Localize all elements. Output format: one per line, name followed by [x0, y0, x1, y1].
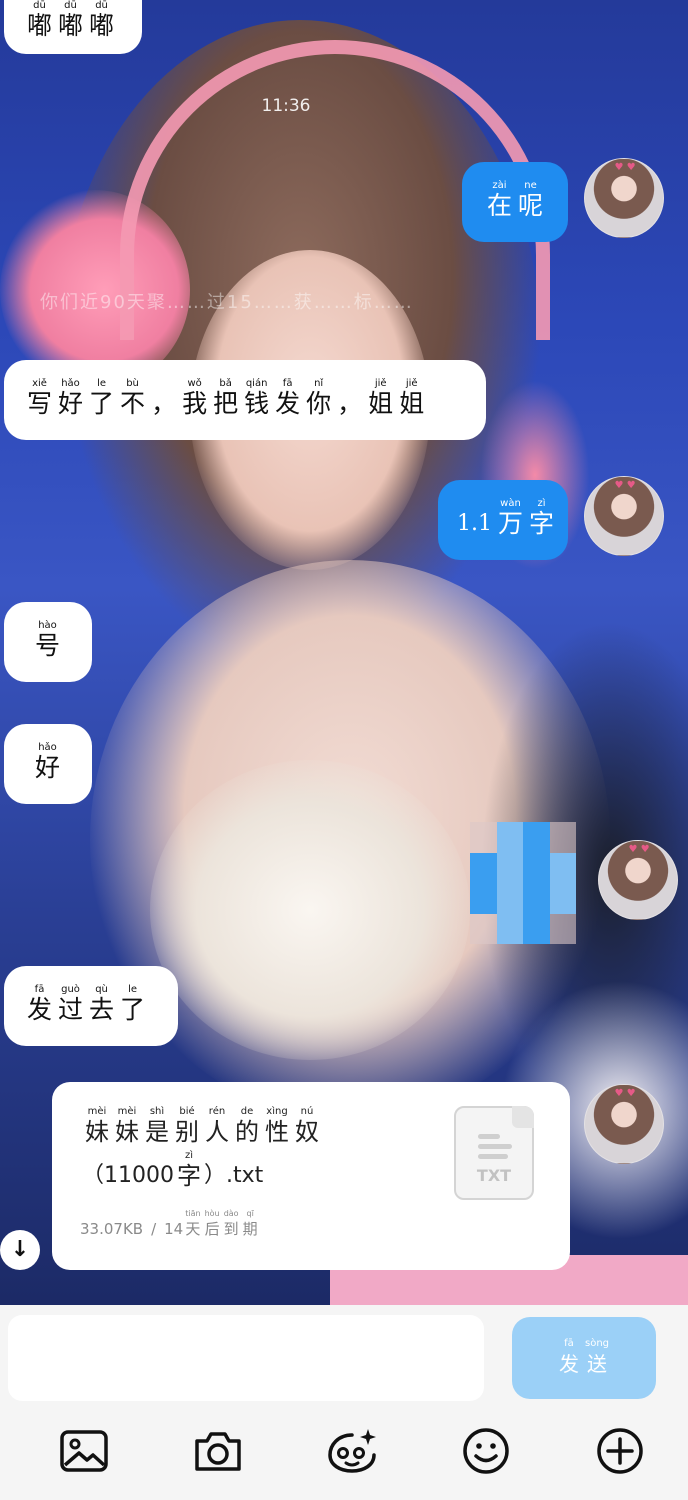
file-name-suffix: ）.txt	[204, 1163, 264, 1188]
char-with-pinyin: jiě 姐	[368, 378, 394, 418]
char-with-pinyin: sòng 送	[584, 1338, 609, 1376]
message-text: hào 号	[32, 620, 92, 660]
send-button[interactable]: fā 发 sòng 送	[512, 1317, 656, 1399]
meta-separator: /	[151, 1220, 157, 1238]
plus-icon[interactable]	[592, 1423, 648, 1479]
message-text: dū 嘟 dū 嘟 dū 嘟	[24, 0, 142, 40]
message-bubble-incoming[interactable]: xiě 写 hǎo 好 le 了 bù 不， wǒ 我 bǎ 把 qián 钱 fā 发 nǐ 你， jiě 姐 jiě…	[4, 360, 486, 440]
sticker-icon[interactable]	[324, 1423, 380, 1479]
system-notice: 你们近90天聚……过15……获……标……	[40, 292, 414, 313]
char-with-pinyin: wàn 万	[498, 498, 524, 538]
file-name-prefix: （11000	[82, 1163, 174, 1188]
file-meta: 33.07KB / 14 tiān 天 hòu 后 dào 到 qī 期	[80, 1208, 260, 1238]
message-text: xiě 写 hǎo 好 le 了 bù 不， wǒ 我 bǎ 把 qián 钱 fā 发 nǐ 你， jiě 姐 jiě…	[24, 378, 486, 418]
image-icon[interactable]	[56, 1423, 112, 1479]
char-with-pinyin: mèi 妹	[115, 1106, 139, 1146]
message-bubble-incoming[interactable]: dū 嘟 dū 嘟 dū 嘟	[4, 0, 142, 54]
char-with-pinyin: bié 别	[175, 1106, 199, 1146]
char-with-pinyin: xiě 写	[27, 378, 53, 418]
char-with-pinyin: hào 号	[35, 620, 61, 660]
char-with-pinyin: qù 去	[89, 984, 115, 1024]
expiry-days: 14	[164, 1220, 184, 1238]
char-with-pinyin: hǎo 好	[58, 378, 84, 418]
input-bar: fā 发 sòng 送	[0, 1305, 688, 1500]
scroll-to-bottom-button[interactable]: ↓	[0, 1230, 40, 1270]
message-bubble-outgoing[interactable]: zài 在 ne 呢	[462, 162, 568, 242]
message-bubble-outgoing[interactable]: 1.1 wàn 万 zì 字	[438, 480, 568, 560]
char-with-pinyin: nú 奴	[295, 1106, 319, 1146]
message-bubble-incoming[interactable]: hào 号	[4, 602, 92, 682]
char-with-pinyin: hòu 后	[204, 1209, 220, 1238]
avatar[interactable]: ♥ ♥	[584, 1084, 664, 1164]
camera-icon[interactable]	[190, 1423, 246, 1479]
char-with-pinyin: zì 字	[529, 498, 555, 538]
message-text: hǎo 好	[32, 742, 92, 782]
char-with-pinyin: ne 呢	[518, 180, 544, 220]
char-with-pinyin: dū 嘟	[58, 0, 84, 40]
char-with-pinyin: shì 是	[145, 1106, 169, 1146]
emoji-icon[interactable]	[458, 1423, 514, 1479]
avatar[interactable]: ♥ ♥	[598, 840, 678, 920]
char-with-pinyin: rén 人	[205, 1106, 229, 1146]
char-with-pinyin: fā 发	[558, 1338, 579, 1376]
txt-file-icon: TXT	[454, 1106, 534, 1200]
message-text: 1.1 wàn 万 zì 字	[454, 498, 568, 538]
char-with-pinyin: dū 嘟	[27, 0, 53, 40]
char-with-pinyin: hǎo 好	[35, 742, 61, 782]
message-bubble-incoming[interactable]: fā 发 guò 过 qù 去 le 了	[4, 966, 178, 1046]
char-with-pinyin: ，	[337, 389, 363, 418]
toolbar	[0, 1413, 688, 1485]
file-message-card[interactable]: mèi 妹 mèi 妹 shì 是 bié 别 rén 人 de 的 xìng 性 nú 奴 （11000 z…	[52, 1082, 570, 1270]
avatar[interactable]: ♥ ♥	[584, 158, 664, 238]
message-text: fā 发 guò 过 qù 去 le 了	[24, 984, 178, 1024]
char-with-pinyin: de 的	[235, 1106, 259, 1146]
char-with-pinyin: fā 发	[27, 984, 53, 1024]
char-with-pinyin: jiě 姐	[399, 378, 425, 418]
file-size: 33.07KB	[80, 1220, 144, 1238]
message-text: zài 在 ne 呢	[484, 180, 568, 220]
char-with-pinyin: qián 钱	[244, 378, 270, 418]
char-with-pinyin: wǒ 我	[182, 378, 208, 418]
censored-image-message[interactable]	[470, 822, 576, 944]
char-with-pinyin: nǐ 你	[306, 378, 332, 418]
char-with-pinyin: xìng 性	[265, 1106, 289, 1146]
file-name: mèi 妹 mèi 妹 shì 是 bié 别 rén 人 de 的 xìng 性 nú 奴 （11000 z…	[82, 1106, 319, 1190]
char-with-pinyin: bù 不	[120, 378, 146, 418]
char-with-pinyin: 1.1	[457, 511, 492, 536]
message-input[interactable]	[8, 1315, 484, 1401]
char-with-pinyin: tiān 天	[185, 1209, 201, 1238]
char-with-pinyin: zài 在	[487, 180, 513, 220]
message-timestamp: 11:36	[261, 96, 311, 116]
char-with-pinyin: dū 嘟	[89, 0, 115, 40]
char-with-pinyin: qī 期	[242, 1209, 258, 1238]
char-with-pinyin: guò 过	[58, 984, 84, 1024]
char-with-pinyin: le 了	[120, 984, 146, 1024]
char-with-pinyin: fā 发	[275, 378, 301, 418]
char-with-pinyin: mèi 妹	[85, 1106, 109, 1146]
char-with-pinyin: dào 到	[223, 1209, 239, 1238]
avatar[interactable]: ♥ ♥	[584, 476, 664, 556]
char-with-pinyin: le 了	[89, 378, 115, 418]
char-with-pinyin: bǎ 把	[213, 378, 239, 418]
char-with-pinyin: ，	[151, 389, 177, 418]
message-bubble-incoming[interactable]: hǎo 好	[4, 724, 92, 804]
